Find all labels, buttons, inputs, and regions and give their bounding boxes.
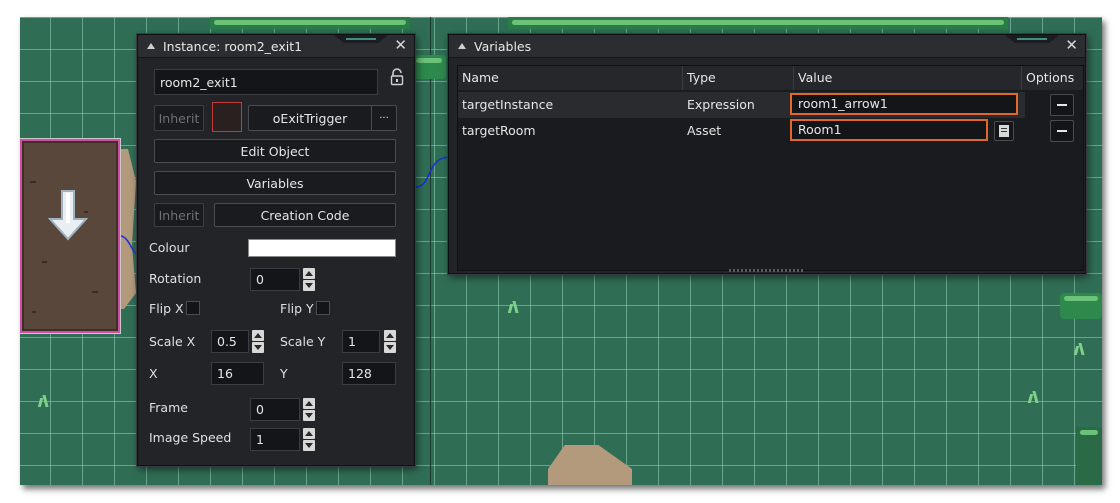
instance-name-field[interactable]: room2_exit1 <box>154 69 378 95</box>
inherit-button[interactable]: Inherit <box>154 105 204 131</box>
x-label: X <box>149 366 158 381</box>
asset-browser-icon[interactable] <box>994 121 1014 141</box>
variable-type: Expression <box>687 97 755 112</box>
scale-y-stepper[interactable] <box>384 330 396 354</box>
column-header-type[interactable]: Type <box>683 66 794 90</box>
image-speed-label: Image Speed <box>149 430 232 445</box>
lock-icon[interactable] <box>390 68 404 86</box>
object-selector-button[interactable]: oExitTrigger <box>248 105 372 131</box>
image-speed-field[interactable]: 1 <box>250 428 300 451</box>
column-header-options[interactable]: Options <box>1022 66 1083 90</box>
column-header-value[interactable]: Value <box>794 66 1022 90</box>
close-icon[interactable]: ✕ <box>394 38 407 53</box>
collapse-triangle-icon[interactable] <box>147 43 155 49</box>
colour-label: Colour <box>149 240 190 255</box>
exit-trigger-instance[interactable] <box>20 138 121 334</box>
resize-grip[interactable] <box>729 269 805 272</box>
instance-panel-titlebar[interactable]: Instance: room2_exit1 ✕ <box>138 35 414 58</box>
object-more-button[interactable]: ··· <box>371 105 397 131</box>
scale-y-label: Scale Y <box>280 334 326 349</box>
scale-x-label: Scale X <box>149 334 196 349</box>
variable-name: targetInstance <box>462 97 554 112</box>
flip-x-label: Flip X <box>149 301 184 316</box>
table-row[interactable]: targetRoom Asset Room1 <box>458 118 1025 144</box>
variables-button[interactable]: Variables <box>154 171 396 195</box>
scale-x-field[interactable]: 0.5 <box>211 330 249 353</box>
close-icon[interactable]: ✕ <box>1065 38 1078 53</box>
variable-value-field[interactable]: Room1 <box>790 119 988 141</box>
variable-type: Asset <box>687 123 722 138</box>
table-row[interactable]: targetInstance Expression room1_arrow1 <box>458 92 1025 118</box>
flip-x-checkbox[interactable] <box>186 301 200 315</box>
y-label: Y <box>280 366 288 381</box>
remove-variable-button[interactable] <box>1050 94 1074 116</box>
frame-field[interactable]: 0 <box>250 398 300 421</box>
flip-y-checkbox[interactable] <box>316 301 330 315</box>
creation-code-button[interactable]: Creation Code <box>214 203 396 227</box>
column-header-name[interactable]: Name <box>458 66 683 90</box>
edit-object-button[interactable]: Edit Object <box>154 139 396 163</box>
variable-value-field[interactable]: room1_arrow1 <box>790 93 1018 115</box>
sprite-preview[interactable] <box>212 102 242 132</box>
remove-variable-button[interactable] <box>1050 120 1074 142</box>
panel-grip-notch <box>334 35 388 43</box>
scale-x-stepper[interactable] <box>252 330 264 354</box>
creation-inherit-button[interactable]: Inherit <box>154 203 204 227</box>
panel-grip-notch <box>1005 35 1059 43</box>
variables-table: Name Type Value Options targetInstance E… <box>457 65 1084 271</box>
y-field[interactable]: 128 <box>342 362 396 385</box>
variables-panel-title: Variables <box>474 38 532 54</box>
colour-swatch[interactable] <box>248 239 396 257</box>
rotation-stepper[interactable] <box>303 268 315 292</box>
image-speed-stepper[interactable] <box>303 428 315 452</box>
scale-y-field[interactable]: 1 <box>342 330 380 353</box>
collapse-triangle-icon[interactable] <box>458 43 466 49</box>
frame-stepper[interactable] <box>303 398 315 422</box>
rotation-field[interactable]: 0 <box>250 268 300 291</box>
variables-panel: Variables ✕ Name Type Value Options targ… <box>448 34 1086 274</box>
frame-label: Frame <box>149 400 188 415</box>
arrow-down-icon <box>47 190 89 241</box>
x-field[interactable]: 16 <box>211 362 264 385</box>
instance-panel-title: Instance: room2_exit1 <box>163 38 303 54</box>
variables-panel-titlebar[interactable]: Variables ✕ <box>449 35 1085 58</box>
instance-panel: Instance: room2_exit1 ✕ room2_exit1 Inhe… <box>137 34 415 466</box>
rotation-label: Rotation <box>149 271 202 286</box>
flip-y-label: Flip Y <box>280 301 314 316</box>
variable-name: targetRoom <box>462 123 536 138</box>
